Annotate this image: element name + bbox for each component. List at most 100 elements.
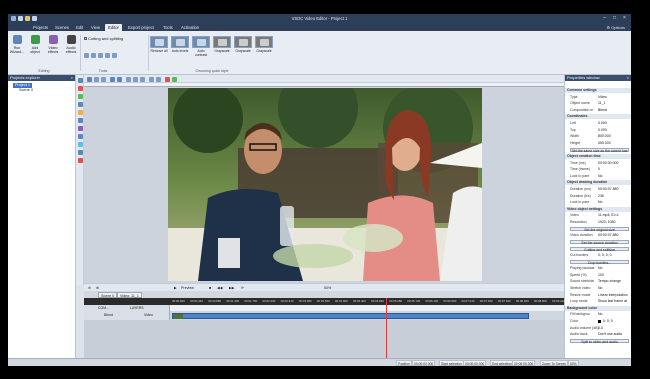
property-value[interactable]: 00:00:07.880	[598, 187, 618, 192]
style-thumb-auto-contrast[interactable]	[192, 36, 210, 48]
property-value[interactable]: No	[598, 266, 602, 271]
property-button[interactable]: Set the source duration	[565, 240, 631, 245]
style-thumb-remove-all[interactable]	[150, 36, 168, 48]
property-button-label[interactable]: Set the original size	[570, 227, 629, 232]
property-value[interactable]: No	[598, 312, 602, 317]
maximize-icon[interactable]: □	[610, 15, 619, 22]
property-value[interactable]: 236	[598, 194, 604, 199]
property-button[interactable]: Crop borders...	[565, 260, 631, 265]
audio-effects-button[interactable]: Audio effects	[63, 35, 79, 65]
property-value[interactable]: 800.000	[598, 134, 611, 139]
zoom-in-icon[interactable]	[110, 76, 115, 82]
zoom-to-screen-button[interactable]: Zoom To Screen	[540, 360, 569, 366]
property-value[interactable]: 00:00:00.000	[598, 161, 618, 166]
align-top-icon[interactable]	[149, 76, 154, 82]
record-icon[interactable]	[77, 158, 83, 163]
property-value[interactable]: No	[598, 286, 602, 291]
property-value[interactable]: 11_1	[598, 101, 606, 106]
property-value[interactable]: 0.000	[598, 128, 607, 133]
image-icon[interactable]	[77, 94, 83, 99]
pointer-icon[interactable]	[77, 78, 83, 83]
menu-scenes[interactable]: Scenes	[52, 24, 72, 31]
chart-icon[interactable]	[77, 126, 83, 131]
video-icon[interactable]	[77, 102, 83, 107]
crop-icon[interactable]	[84, 53, 89, 58]
style-thumb-grayscale[interactable]	[213, 36, 231, 48]
grid-icon[interactable]	[172, 76, 177, 82]
menu-edit[interactable]: Edit	[73, 24, 86, 31]
video-effects-button[interactable]: Video effects	[45, 35, 61, 65]
close-icon[interactable]: ×	[620, 15, 629, 22]
property-value[interactable]: 0	[598, 167, 600, 172]
move-icon[interactable]	[94, 76, 99, 82]
time-ruler[interactable]: 00:00.000 00:00.440 00:00.880 00:01.320 00:0…	[84, 298, 565, 305]
property-button[interactable]: Set the same size as the parent has	[565, 147, 631, 152]
property-button-label[interactable]: Set the same size as the parent has	[570, 147, 629, 152]
cutting-checkbox[interactable]	[84, 37, 87, 41]
align-left-icon[interactable]	[126, 76, 131, 82]
menu-projects[interactable]: Projects	[30, 24, 51, 31]
property-button[interactable]: Set the original size	[565, 227, 631, 232]
delete-icon[interactable]	[165, 76, 170, 82]
add-object-button[interactable]: Add object	[27, 35, 43, 65]
flip-icon[interactable]	[112, 53, 117, 58]
cutting-splitting-option[interactable]: Cutting and splitting	[84, 36, 123, 41]
property-value[interactable]: Video	[598, 95, 607, 100]
run-wizard-button[interactable]: Run Wizard...	[9, 35, 25, 65]
zoom-value[interactable]: 50%	[568, 360, 579, 366]
align-right-icon[interactable]	[140, 76, 145, 82]
tree-item-scene[interactable]: Scene 0	[19, 88, 33, 93]
property-button-label[interactable]: Set the source duration	[570, 240, 629, 245]
property-value[interactable]: 100	[598, 273, 604, 278]
menu-activation[interactable]: Activation	[178, 24, 202, 31]
style-thumb-grayscale[interactable]	[255, 36, 273, 48]
align-bottom-icon[interactable]	[156, 76, 161, 82]
property-button-label[interactable]: Cutting and splitting	[570, 246, 629, 251]
close-icon[interactable]: ×	[71, 75, 73, 81]
sprite-icon[interactable]	[77, 134, 83, 139]
playhead[interactable]	[386, 298, 387, 358]
rotate-icon[interactable]	[105, 53, 110, 58]
menu-export-project[interactable]: Export project	[125, 24, 157, 31]
property-value[interactable]: No	[598, 200, 602, 205]
property-value[interactable]: Don't use audio	[598, 332, 622, 337]
property-button-label[interactable]: Crop borders...	[570, 260, 629, 265]
property-value[interactable]: 11.mp4; ID=1	[598, 213, 619, 218]
style-thumb-grayscale[interactable]	[234, 36, 252, 48]
subtitle-icon[interactable]	[77, 142, 83, 147]
property-value[interactable]: 00:00:07.880	[598, 233, 618, 238]
blend-mode[interactable]: Blend	[104, 311, 113, 320]
style-thumb-auto-levels[interactable]	[171, 36, 189, 48]
property-value[interactable]: Show last frame at	[598, 299, 627, 304]
close-icon[interactable]: ×	[627, 75, 629, 81]
text-icon[interactable]	[77, 86, 83, 91]
video-clip[interactable]	[172, 313, 529, 319]
property-button[interactable]: Cutting and splitting	[565, 246, 631, 251]
shape-icon[interactable]	[77, 118, 83, 123]
property-value[interactable]: 0.0	[598, 326, 603, 331]
audio-icon[interactable]	[77, 110, 83, 115]
property-button[interactable]: Split to video and audio	[565, 339, 631, 344]
property-button-label[interactable]: Split to video and audio	[570, 339, 629, 344]
hand-icon[interactable]	[101, 76, 106, 82]
select-icon[interactable]	[87, 76, 92, 82]
property-value[interactable]: 1920; 1080	[598, 220, 616, 225]
property-value[interactable]: No	[598, 174, 602, 179]
property-value[interactable]: 0.000	[598, 121, 607, 126]
property-value[interactable]: 0; 0; 0; 0	[598, 253, 612, 258]
scene-canvas[interactable]	[84, 83, 564, 283]
property-value[interactable]: Tempo change	[598, 279, 621, 284]
cut-icon[interactable]	[91, 53, 96, 58]
color-swatch[interactable]	[598, 320, 601, 323]
timeline-empty-area[interactable]	[84, 320, 564, 358]
split-icon[interactable]	[98, 53, 103, 58]
menu-view[interactable]: View	[88, 24, 103, 31]
zoom-out-icon[interactable]	[117, 76, 122, 82]
align-center-icon[interactable]	[133, 76, 138, 82]
property-value[interactable]: Blend	[598, 108, 607, 113]
property-value[interactable]: Linear interpolation	[598, 293, 628, 298]
video-preview[interactable]	[168, 88, 482, 281]
menu-editor[interactable]: Editor	[105, 24, 122, 31]
property-value[interactable]: 450.000	[598, 141, 611, 146]
animation-icon[interactable]	[77, 150, 83, 155]
